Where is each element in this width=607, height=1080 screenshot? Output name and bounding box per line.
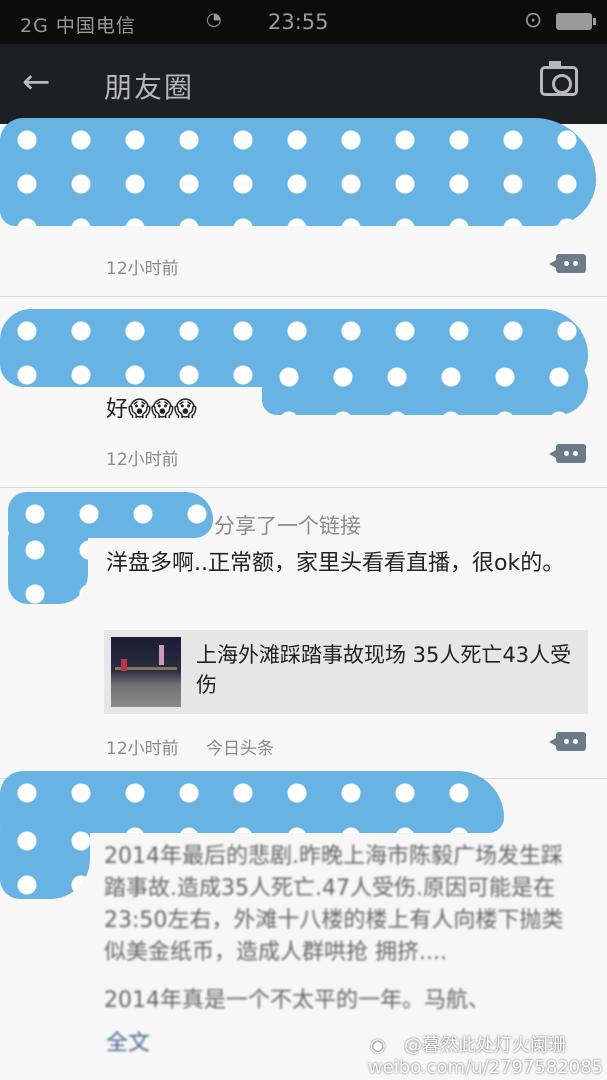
battery-icon [556, 13, 596, 30]
watermark-user: @暮然此处灯火阑珊 [404, 1035, 566, 1056]
privacy-mask [262, 355, 588, 415]
carrier-label: 2G 中国电信 [20, 15, 136, 37]
comment-icon[interactable] [549, 732, 586, 751]
post-text: 2014年最后的悲剧.昨晚上海市陈毅广场发生踩踏事故.造成35人死亡.47人受伤… [104, 844, 564, 965]
page-title: 朋友圈 [104, 71, 195, 104]
full-text-link[interactable]: 全文 [106, 1025, 150, 1057]
watermark-url: weibo.com/u/2797582085 [368, 1057, 604, 1078]
moment-post: 好😱😱😱 12小时前 [0, 297, 607, 488]
weibo-watermark: ◉ @暮然此处灯火阑珊 weibo.com/u/2797582085 [368, 1035, 603, 1079]
post-source: 今日头条 [206, 739, 274, 759]
post-text: 洋盘多啊..正常额，家里头看看直播，很ok的。 [106, 551, 565, 576]
moment-post: 分享了一个链接 洋盘多啊..正常额，家里头看看直播，很ok的。 上海外滩踩踏事故… [0, 488, 607, 779]
location-icon: ⊙ [524, 8, 543, 33]
back-arrow-icon[interactable]: ← [22, 62, 51, 102]
comment-icon[interactable] [549, 444, 586, 463]
moment-post: 12小时前 [0, 118, 607, 297]
shared-link-card[interactable]: 上海外滩踩踏事故现场 35人死亡43人受伤 [104, 630, 588, 714]
clock: 23:55 [268, 10, 329, 34]
post-text-continued: 2014年真是一个不太平的一年。马航、 [104, 988, 490, 1013]
link-title: 上海外滩踩踏事故现场 35人死亡43人受伤 [196, 643, 572, 697]
camera-icon[interactable] [540, 61, 578, 96]
weibo-logo-icon: ◉ [370, 1035, 386, 1056]
post-time: 12小时前 [106, 450, 179, 470]
comment-icon[interactable] [549, 254, 586, 273]
privacy-mask [0, 819, 90, 899]
wifi-icon: ◔ [206, 9, 222, 30]
share-label: 分享了一个链接 [214, 514, 361, 538]
status-bar: 2G 中国电信 ◔ 23:55 ⊙ [0, 0, 607, 44]
post-text: 好😱😱😱 [106, 397, 197, 422]
link-thumbnail [111, 637, 181, 707]
privacy-mask [8, 528, 88, 604]
header-bar: ← 朋友圈 [0, 44, 607, 124]
post-time: 12小时前 [106, 739, 179, 759]
post-time: 12小时前 [106, 259, 179, 279]
privacy-mask [0, 118, 596, 226]
